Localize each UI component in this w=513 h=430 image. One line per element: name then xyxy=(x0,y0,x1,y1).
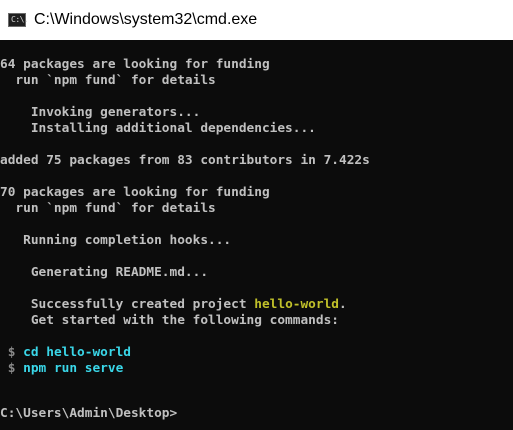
cmd-1-text: cd hello-world xyxy=(23,345,131,360)
console-line-get-started: Get started with the following commands: xyxy=(0,313,339,328)
console-line-funding-2: 70 packages are looking for funding xyxy=(0,185,270,200)
console-line-invoking: Invoking generators... xyxy=(0,105,201,120)
cmd-2-prompt: $ xyxy=(0,361,24,376)
cmd-icon[interactable]: C:\. xyxy=(8,13,29,27)
console-line-created: Successfully created project hello-world… xyxy=(0,297,347,313)
created-suffix: . xyxy=(339,297,347,312)
window-title: C:\Windows\system32\cmd.exe xyxy=(34,11,258,28)
title-bar[interactable]: C:\. C:\Windows\system32\cmd.exe xyxy=(0,0,513,40)
project-name: hello-world xyxy=(254,297,339,312)
console-line-fund-hint-1: run `npm fund` for details xyxy=(0,73,216,88)
created-prefix: Successfully created project xyxy=(0,297,255,312)
command-prompt[interactable]: C:\Users\Admin\Desktop> xyxy=(0,406,177,422)
console-line-installing: Installing additional dependencies... xyxy=(0,121,316,136)
console-line-added: added 75 packages from 83 contributors i… xyxy=(0,153,370,168)
cmd-1-prompt: $ xyxy=(0,345,24,360)
cmd-2-text: npm run serve xyxy=(23,361,124,376)
console-line-cmd-1: $ cd hello-world xyxy=(0,345,131,361)
cmd-window: C:\. C:\Windows\system32\cmd.exe 64 pack… xyxy=(0,0,513,430)
console-line-fund-hint-2: run `npm fund` for details xyxy=(0,201,216,216)
console-line-cmd-2: $ npm run serve xyxy=(0,361,124,377)
console-line-funding-1: 64 packages are looking for funding xyxy=(0,57,270,72)
cmd-icon-glyph: C:\. xyxy=(11,15,29,24)
console-line-completion: Running completion hooks... xyxy=(0,233,232,248)
console-line-readme: Generating README.md... xyxy=(0,265,209,280)
console-output[interactable]: 64 packages are looking for funding run … xyxy=(0,40,513,430)
